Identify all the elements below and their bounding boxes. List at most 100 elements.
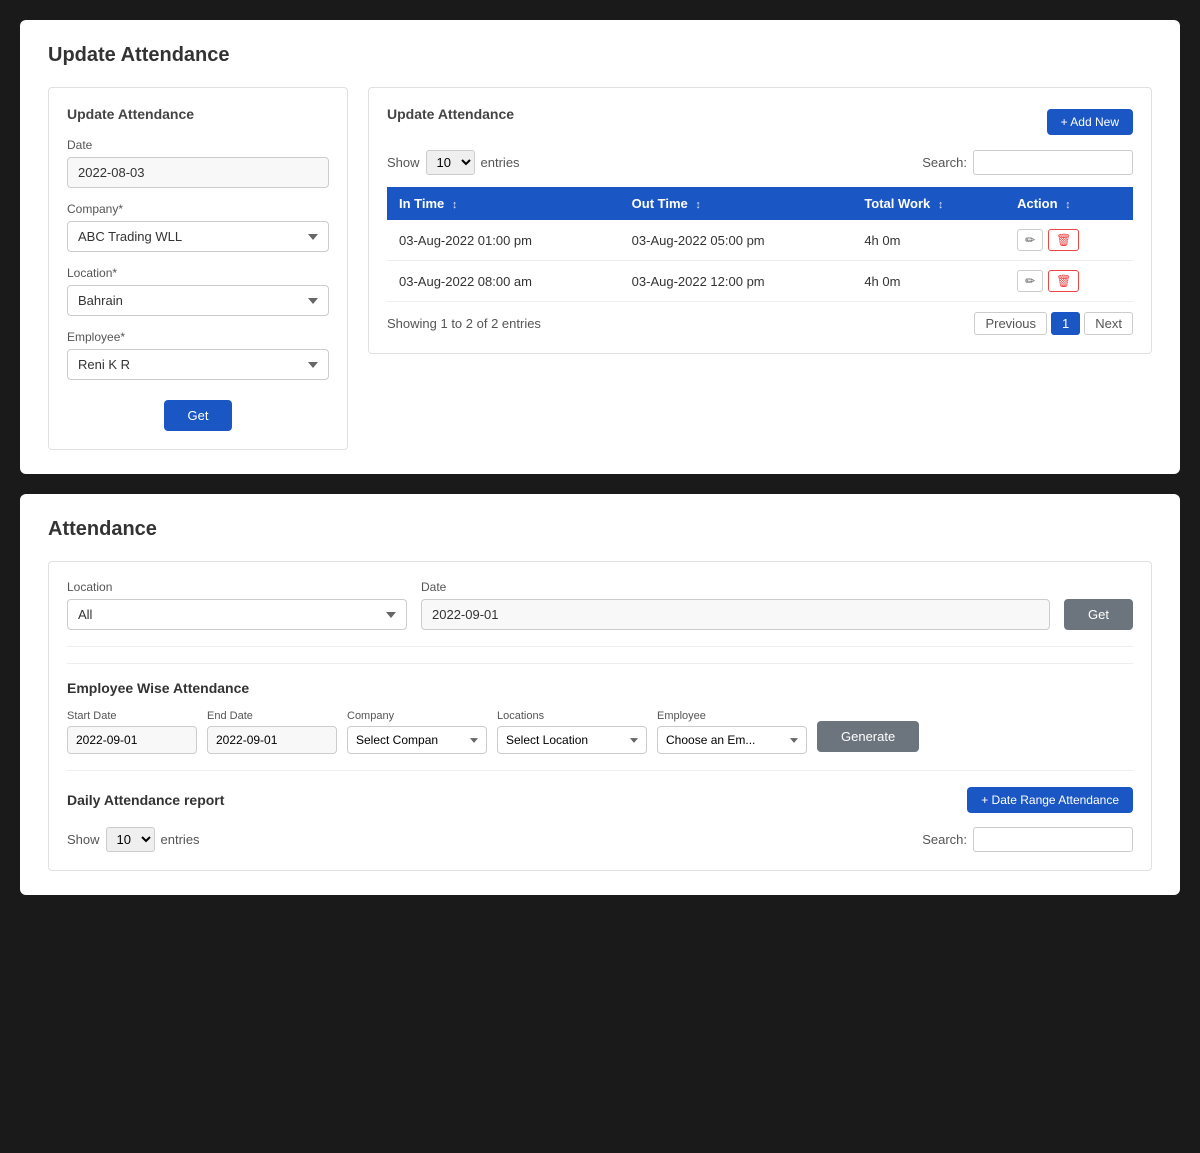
daily-search-row: Search: [922, 827, 1133, 852]
att-date-input[interactable] [421, 599, 1050, 630]
company-select[interactable]: ABC Trading WLL [67, 221, 329, 252]
ew-start-date-input[interactable] [67, 726, 197, 754]
add-new-button[interactable]: + Add New [1047, 109, 1133, 135]
update-attendance-card: Update Attendance Update Attendance Date… [20, 20, 1180, 474]
search-label: Search: [922, 155, 967, 170]
employee-group: Employee* Reni K R [67, 330, 329, 380]
company-label: Company* [67, 202, 329, 216]
daily-entries-select[interactable]: 10 [106, 827, 155, 852]
daily-search-input[interactable] [973, 827, 1133, 852]
section-divider-1 [67, 646, 1133, 647]
right-panel-title: Update Attendance [387, 106, 514, 122]
right-panel-header: Update Attendance + Add New [387, 106, 1133, 138]
daily-report-title: Daily Attendance report [67, 792, 224, 808]
employee-wise-row: Start Date End Date Company Select Compa… [67, 710, 1133, 754]
pagination-buttons: Previous 1 Next [974, 312, 1133, 335]
daily-search-label: Search: [922, 832, 967, 847]
date-range-button[interactable]: + Date Range Attendance [967, 787, 1133, 813]
generate-button[interactable]: Generate [817, 721, 919, 752]
cell-total-work: 4h 0m [852, 220, 1005, 261]
section-divider-2 [67, 770, 1133, 771]
att-date-group: Date [421, 580, 1050, 630]
daily-report-header: Daily Attendance report + Date Range Att… [67, 787, 1133, 813]
right-panel: Update Attendance + Add New Show 10 entr… [368, 87, 1152, 450]
entries-select[interactable]: 10 [426, 150, 475, 175]
attendance-title: Attendance [48, 518, 1152, 541]
col-out-time: Out Time ↕ [620, 187, 853, 220]
left-card-body: Update Attendance Date Company* ABC Trad… [48, 87, 348, 450]
daily-show-entries: Show 10 entries [67, 827, 200, 852]
entries-label: entries [481, 155, 520, 170]
att-location-select[interactable]: All [67, 599, 407, 630]
ew-end-date-label: End Date [207, 710, 337, 722]
att-location-group: Location All [67, 580, 407, 630]
att-date-label: Date [421, 580, 1050, 594]
page-1-button[interactable]: 1 [1051, 312, 1080, 335]
top-section: Update Attendance Date Company* ABC Trad… [48, 87, 1152, 450]
ew-employee-select[interactable]: Choose an Em... [657, 726, 807, 754]
table-row: 03-Aug-2022 08:00 am 03-Aug-2022 12:00 p… [387, 261, 1133, 302]
cell-total-work: 4h 0m [852, 261, 1005, 302]
next-button[interactable]: Next [1084, 312, 1133, 335]
ew-company-select[interactable]: Select Compan [347, 726, 487, 754]
ew-end-date-group: End Date [207, 710, 337, 754]
show-label: Show [387, 155, 420, 170]
cell-out-time: 03-Aug-2022 12:00 pm [620, 261, 853, 302]
delete-button[interactable]: 🗑 [1048, 229, 1079, 251]
location-label: Location* [67, 266, 329, 280]
attendance-card: Attendance Location All Date Get Employe… [20, 494, 1180, 895]
table-header-row: In Time ↕ Out Time ↕ Total Work ↕ Action… [387, 187, 1133, 220]
employee-select[interactable]: Reni K R [67, 349, 329, 380]
ew-generate-wrapper: Generate [817, 721, 919, 754]
ew-locations-group: Locations Select Location [497, 710, 647, 754]
attendance-table: In Time ↕ Out Time ↕ Total Work ↕ Action… [387, 187, 1133, 302]
location-select[interactable]: Bahrain [67, 285, 329, 316]
daily-show-label: Show [67, 832, 100, 847]
att-location-label: Location [67, 580, 407, 594]
attendance-form-row: Location All Date Get [67, 580, 1133, 630]
out-time-sort-icon: ↕ [695, 199, 701, 211]
date-label: Date [67, 138, 329, 152]
employee-wise-section: Employee Wise Attendance Start Date End … [67, 663, 1133, 754]
cell-out-time: 03-Aug-2022 05:00 pm [620, 220, 853, 261]
ew-start-date-label: Start Date [67, 710, 197, 722]
show-entries-control: Show 10 entries [387, 150, 520, 175]
total-work-sort-icon: ↕ [938, 199, 944, 211]
date-input[interactable] [67, 157, 329, 188]
left-panel: Update Attendance Date Company* ABC Trad… [48, 87, 348, 450]
delete-button[interactable]: 🗑 [1048, 270, 1079, 292]
attendance-card-body: Location All Date Get Employee Wise Atte… [48, 561, 1152, 871]
ew-locations-label: Locations [497, 710, 647, 722]
ew-start-date-group: Start Date [67, 710, 197, 754]
showing-text: Showing 1 to 2 of 2 entries [387, 316, 541, 331]
ew-end-date-input[interactable] [207, 726, 337, 754]
cell-action: ✏ 🗑 [1005, 220, 1133, 261]
previous-button[interactable]: Previous [974, 312, 1047, 335]
cell-in-time: 03-Aug-2022 01:00 pm [387, 220, 620, 261]
left-get-button[interactable]: Get [164, 400, 233, 431]
table-header-controls: Show 10 entries Search: [387, 150, 1133, 175]
col-total-work: Total Work ↕ [852, 187, 1005, 220]
employee-label: Employee* [67, 330, 329, 344]
daily-report-section: Daily Attendance report + Date Range Att… [67, 787, 1133, 852]
col-in-time: In Time ↕ [387, 187, 620, 220]
col-action: Action ↕ [1005, 187, 1133, 220]
cell-action: ✏ 🗑 [1005, 261, 1133, 302]
ew-employee-label: Employee [657, 710, 807, 722]
ew-company-label: Company [347, 710, 487, 722]
search-input[interactable] [973, 150, 1133, 175]
employee-wise-title: Employee Wise Attendance [67, 680, 1133, 696]
action-buttons: ✏ 🗑 [1017, 270, 1121, 292]
daily-report-controls: Show 10 entries Search: [67, 827, 1133, 852]
action-buttons: ✏ 🗑 [1017, 229, 1121, 251]
location-group: Location* Bahrain [67, 266, 329, 316]
edit-button[interactable]: ✏ [1017, 229, 1043, 251]
ew-locations-select[interactable]: Select Location [497, 726, 647, 754]
search-row: Search: [922, 150, 1133, 175]
daily-entries-label: entries [161, 832, 200, 847]
left-panel-title: Update Attendance [67, 106, 329, 122]
edit-button[interactable]: ✏ [1017, 270, 1043, 292]
att-get-button[interactable]: Get [1064, 599, 1133, 630]
ew-company-group: Company Select Compan [347, 710, 487, 754]
update-attendance-title: Update Attendance [48, 44, 1152, 67]
